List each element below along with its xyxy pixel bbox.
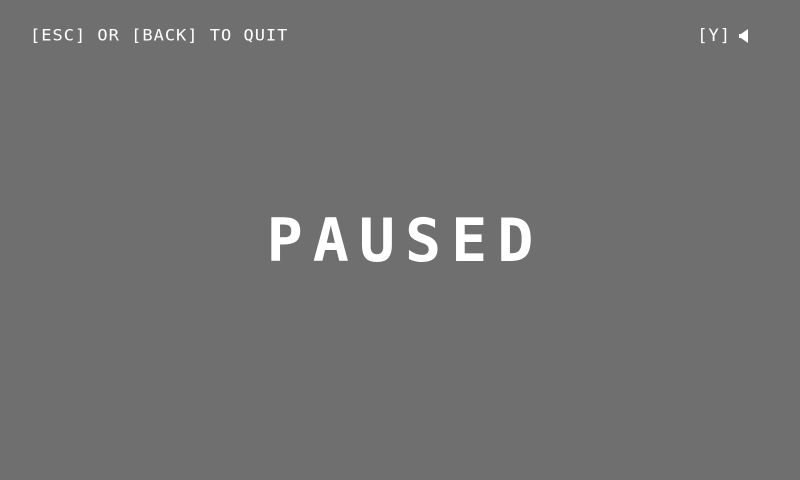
quit-hint: [ESC] OR [BACK] TO QUIT xyxy=(30,26,289,45)
pause-screen: [ESC] OR [BACK] TO QUIT [Y] PAUSED xyxy=(0,0,800,480)
speaker-icon xyxy=(739,29,748,43)
sound-toggle[interactable]: [Y] xyxy=(697,26,748,46)
sound-key-label: [Y] xyxy=(697,26,731,46)
paused-title: PAUSED xyxy=(266,206,544,276)
